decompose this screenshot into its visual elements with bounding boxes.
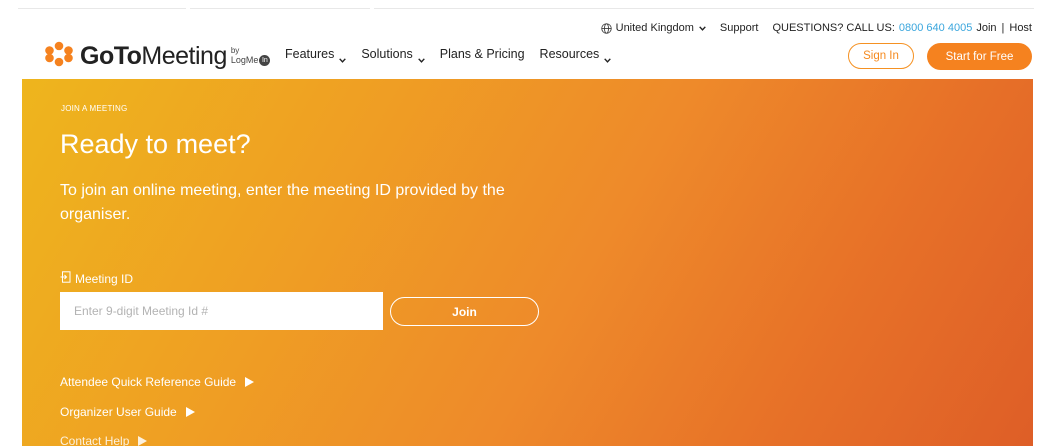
host-link[interactable]: Host bbox=[1009, 22, 1032, 34]
by-logmein-mark: by LogMe In bbox=[231, 46, 271, 66]
region-selector[interactable]: United Kingdom bbox=[600, 22, 706, 34]
globe-icon bbox=[600, 22, 612, 34]
chevron-down-icon bbox=[417, 52, 425, 63]
join-button[interactable]: Join bbox=[390, 297, 539, 326]
gotomeeting-logo[interactable]: GoToMeeting by LogMe In bbox=[44, 40, 271, 72]
chevron-down-icon bbox=[604, 52, 612, 63]
chevron-down-icon bbox=[339, 52, 347, 63]
play-arrow-icon bbox=[245, 377, 255, 387]
wordmark: GoToMeeting bbox=[80, 41, 227, 70]
hero-description: To join an online meeting, enter the mee… bbox=[60, 182, 505, 223]
contact-help-link[interactable]: Contact Help bbox=[60, 434, 148, 446]
nav-solutions[interactable]: Solutions bbox=[361, 47, 425, 63]
questions-label: QUESTIONS? CALL US: bbox=[772, 22, 895, 34]
play-arrow-icon bbox=[138, 436, 148, 446]
tab-edge bbox=[18, 8, 186, 9]
organizer-guide-link[interactable]: Organizer User Guide bbox=[60, 405, 195, 419]
top-strip bbox=[0, 0, 1053, 10]
sign-in-button[interactable]: Sign In bbox=[848, 43, 914, 69]
meeting-id-label-row: Meeting ID bbox=[60, 271, 133, 286]
tab-edge bbox=[374, 8, 1034, 9]
flower-logo-icon bbox=[44, 41, 74, 72]
divider: | bbox=[1001, 22, 1005, 34]
main-nav: Features Solutions Plans & Pricing Resou… bbox=[285, 47, 626, 63]
section-kicker: JOIN A MEETING bbox=[61, 104, 128, 113]
page-title: Ready to meet? bbox=[60, 129, 251, 159]
attendee-guide-link[interactable]: Attendee Quick Reference Guide bbox=[60, 375, 255, 389]
nav-features[interactable]: Features bbox=[285, 47, 347, 63]
sign-in-arrow-icon bbox=[60, 271, 75, 286]
meeting-id-input[interactable] bbox=[60, 292, 383, 330]
support-link[interactable]: Support bbox=[720, 22, 759, 34]
tab-edge bbox=[190, 8, 370, 9]
join-meeting-hero: JOIN A MEETING Ready to meet? To join an… bbox=[22, 79, 1033, 446]
chevron-down-icon bbox=[699, 25, 706, 31]
play-arrow-icon bbox=[185, 407, 195, 417]
nav-resources[interactable]: Resources bbox=[540, 47, 612, 63]
region-label: United Kingdom bbox=[615, 22, 694, 34]
start-for-free-button[interactable]: Start for Free bbox=[927, 43, 1032, 70]
utility-bar: United Kingdom Support QUESTIONS? CALL U… bbox=[600, 20, 1032, 36]
meeting-id-label: Meeting ID bbox=[75, 271, 134, 286]
phone-link[interactable]: 0800 640 4005 bbox=[899, 22, 972, 34]
join-link[interactable]: Join bbox=[976, 22, 996, 34]
nav-plans-pricing[interactable]: Plans & Pricing bbox=[440, 47, 525, 61]
